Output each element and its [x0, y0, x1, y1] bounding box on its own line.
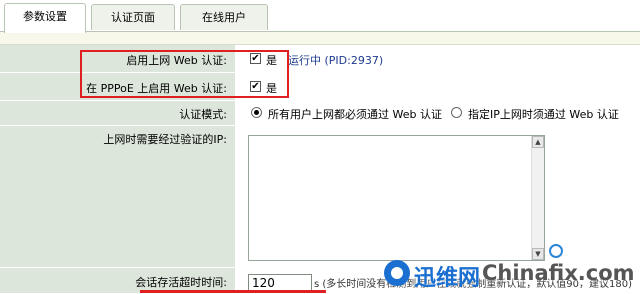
tab-online-users-label: 在线用户	[202, 11, 246, 24]
tab-auth-page[interactable]: 认证页面	[91, 4, 175, 30]
tab-online-users[interactable]: 在线用户	[180, 4, 268, 30]
auth-mode-option-all: 所有用户上网都必须通过 Web 认证	[268, 108, 442, 121]
ip-list-textarea[interactable]: ▲ ▼	[248, 135, 545, 261]
ip-list-label: 上网时需要经过验证的IP:	[103, 133, 227, 146]
scroll-up-icon[interactable]: ▲	[532, 136, 544, 148]
ip-list-label-cell: 上网时需要经过验证的IP:	[0, 126, 236, 267]
top-band	[0, 32, 640, 45]
web-auth-value-cell: ✔ 是 运行中 (PID:2937)	[237, 45, 640, 72]
auth-mode-value-cell: 所有用户上网都必须通过 Web 认证 指定IP上网时须通过 Web 认证	[237, 101, 640, 125]
tab-auth-page-label: 认证页面	[111, 11, 155, 24]
tab-params[interactable]: 参数设置	[4, 3, 86, 33]
auth-mode-radio-specific[interactable]	[451, 107, 462, 118]
web-auth-status: 运行中 (PID:2937)	[288, 54, 384, 67]
auth-mode-label: 认证模式:	[179, 108, 227, 121]
tab-params-label: 参数设置	[23, 10, 67, 23]
watermark-site: Chinafix.com	[482, 261, 635, 285]
watermark: 迅维网 Chinafix.com	[384, 254, 640, 294]
row-auth-mode: 认证模式: 所有用户上网都必须通过 Web 认证 指定IP上网时须通过 Web …	[0, 101, 640, 126]
tab-bar: 参数设置 认证页面 在线用户	[0, 0, 640, 33]
highlight-box	[80, 50, 289, 98]
auth-mode-option-specific: 指定IP上网时须通过 Web 认证	[468, 108, 619, 121]
ip-list-scrollbar[interactable]: ▲ ▼	[531, 136, 544, 260]
watermark-brand: 迅维网	[414, 266, 481, 291]
watermark-logo-icon	[384, 260, 410, 286]
pppoe-auth-value-cell: ✔ 是	[237, 73, 640, 100]
auth-mode-label-cell: 认证模式:	[0, 101, 236, 125]
highlight-underline	[140, 290, 326, 293]
session-timeout-label: 会话存活超时时间:	[135, 276, 227, 289]
session-timeout-value: 120	[252, 276, 275, 290]
auth-mode-radio-all[interactable]	[251, 107, 262, 118]
